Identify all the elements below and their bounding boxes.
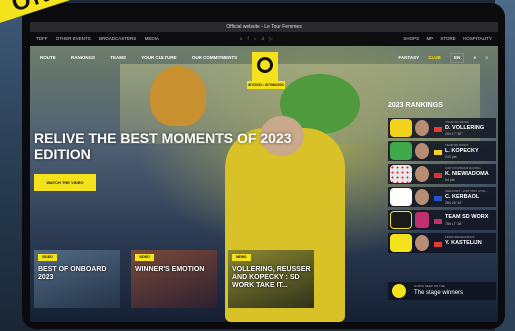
green-jersey-icon <box>390 142 412 160</box>
news-badge: VIDEO <box>38 254 57 261</box>
laptop-screen: Official website - Le Tour Femmes TDFF O… <box>30 22 498 322</box>
nav-route[interactable]: ROUTE <box>40 55 56 60</box>
ranking-card-white[interactable]: CERATIZIT - WNT PRO CYCL... C. KERBAOL 2… <box>388 187 496 207</box>
watch-video-button[interactable]: WATCH THE VIDEO <box>34 174 96 191</box>
ranking-card-yellow[interactable]: YOUR SO WORK D. VOLLERING 26h 17' 35" <box>388 118 496 138</box>
combative-number-icon <box>390 234 412 252</box>
topbar-link-other-events[interactable]: OTHER EVENTS <box>56 36 91 41</box>
language-select[interactable]: EN <box>450 52 465 63</box>
ranking-value: 26h 26' 40" <box>445 201 463 205</box>
avatar <box>415 166 429 182</box>
topbar-link-media[interactable]: MEDIA <box>145 36 159 41</box>
browser-title: Official website - Le Tour Femmes <box>226 24 302 30</box>
ranking-team: FENIX-DECEUNINCK <box>445 235 475 239</box>
news-badge: VIDEO <box>135 254 154 261</box>
topbar-link-tdff[interactable]: TDFF <box>36 36 48 41</box>
flag-icon <box>434 173 442 178</box>
ranking-card-green[interactable]: TEAM SD WORX L. KOPECKY 243 pts <box>388 141 496 161</box>
news-badge: NEWS <box>232 254 251 261</box>
news-card-sd-worx[interactable]: NEWS VOLLERING, REUSSER AND KOPECKY : SD… <box>228 250 314 308</box>
browser-title-bar: Official website - Le Tour Femmes <box>30 22 498 32</box>
nav-club[interactable]: CLUB <box>428 55 441 60</box>
news-title: VOLLERING, REUSSER AND KOPECKY : SD WORK… <box>232 266 311 289</box>
avatar <box>415 143 429 159</box>
logo-mark-icon <box>257 57 273 73</box>
flag-icon <box>434 196 442 201</box>
news-title: WINNER'S EMOTION <box>135 266 205 273</box>
ranking-name: TEAM SD WORX <box>445 214 489 220</box>
logo-date-badge: 8/7/2023 • 8/7/08/2023 <box>247 81 285 89</box>
ranking-card-combative[interactable]: FENIX-DECEUNINCK Y. KASTELIJN <box>388 233 496 253</box>
ranking-team: TEAM SD WORX <box>445 143 469 147</box>
nav-your-culture[interactable]: YOUR CULTURE <box>141 55 176 60</box>
avatar <box>415 120 429 136</box>
white-jersey-icon <box>390 188 412 206</box>
yellow-jersey-icon <box>390 119 412 137</box>
flag-icon <box>434 242 442 247</box>
topbar-link-mp[interactable]: MP <box>426 36 433 41</box>
ranking-name: K. NIEWIADOMA <box>445 171 489 177</box>
lion-mascot <box>150 66 206 126</box>
team-number-icon <box>390 211 412 229</box>
ranking-card-polka[interactable]: CANYON//SRAM RACING K. NIEWIADOMA 64 pts <box>388 164 496 184</box>
ranking-name: D. VOLLERING <box>445 125 485 131</box>
ranking-card-team[interactable]: TEAM SD WORX 78h 17' 38" <box>388 210 496 230</box>
ranking-team: YOUR SO WORK <box>445 120 470 124</box>
topbar-link-store[interactable]: STORE <box>440 36 455 41</box>
ranking-value: 26h 17' 35" <box>445 132 463 136</box>
polka-dot-jersey-icon <box>390 165 412 183</box>
flag-icon <box>434 150 442 155</box>
top-utility-bar: TDFF OTHER EVENTS BROADCASTERS MEDIA x f… <box>30 32 498 46</box>
hero-headline: RELIVE THE BEST MOMENTS OF 2023 EDITION <box>34 130 292 162</box>
ranking-value: 64 pts <box>445 178 455 182</box>
stage-winners-link[interactable]: GOING DEEP ON THE The stage winners <box>388 282 496 300</box>
nav-teams[interactable]: TEAMS <box>110 55 126 60</box>
team-jersey-icon <box>415 212 429 228</box>
topbar-link-shops[interactable]: SHOPS <box>403 36 419 41</box>
hamburger-icon[interactable]: ≡ <box>485 55 488 60</box>
stage-category: GOING DEEP ON THE <box>414 284 446 288</box>
news-card-winners-emotion[interactable]: VIDEO WINNER'S EMOTION <box>131 250 217 308</box>
topbar-link-broadcasters[interactable]: BROADCASTERS <box>99 36 136 41</box>
ranking-name: Y. KASTELIJN <box>445 240 482 246</box>
avatar <box>415 189 429 205</box>
flag-icon <box>434 219 442 224</box>
news-title: BEST OF ONBOARD 2023 <box>38 266 107 281</box>
flag-icon <box>434 127 442 132</box>
trophy-icon <box>392 284 406 298</box>
tour-logo[interactable] <box>252 52 278 84</box>
ranking-name: C. KERBAOL <box>445 194 480 200</box>
search-icon[interactable]: ⌕ <box>474 55 477 60</box>
ranking-team: CERATIZIT - WNT PRO CYCL... <box>445 189 489 193</box>
social-icons[interactable]: x f ♪ d ▷ <box>240 32 275 46</box>
ranking-value: 78h 17' 38" <box>445 222 463 226</box>
avatar <box>415 235 429 251</box>
nav-rankings[interactable]: RANKINGS <box>71 55 95 60</box>
topbar-link-hospitality[interactable]: HOSPITALITY <box>463 36 492 41</box>
ranking-value: 243 pts <box>445 155 457 159</box>
stage-winners-label: The stage winners <box>414 290 464 296</box>
news-card-best-of-onboard[interactable]: VIDEO BEST OF ONBOARD 2023 <box>34 250 120 308</box>
ranking-name: L. KOPECKY <box>445 148 479 154</box>
rankings-title: 2023 RANKINGS <box>388 102 443 109</box>
nav-our-commitments[interactable]: OUR COMMITMENTS <box>192 55 237 60</box>
ranking-team: CANYON//SRAM RACING <box>445 166 481 170</box>
nav-fantasy[interactable]: FANTASY <box>398 55 419 60</box>
